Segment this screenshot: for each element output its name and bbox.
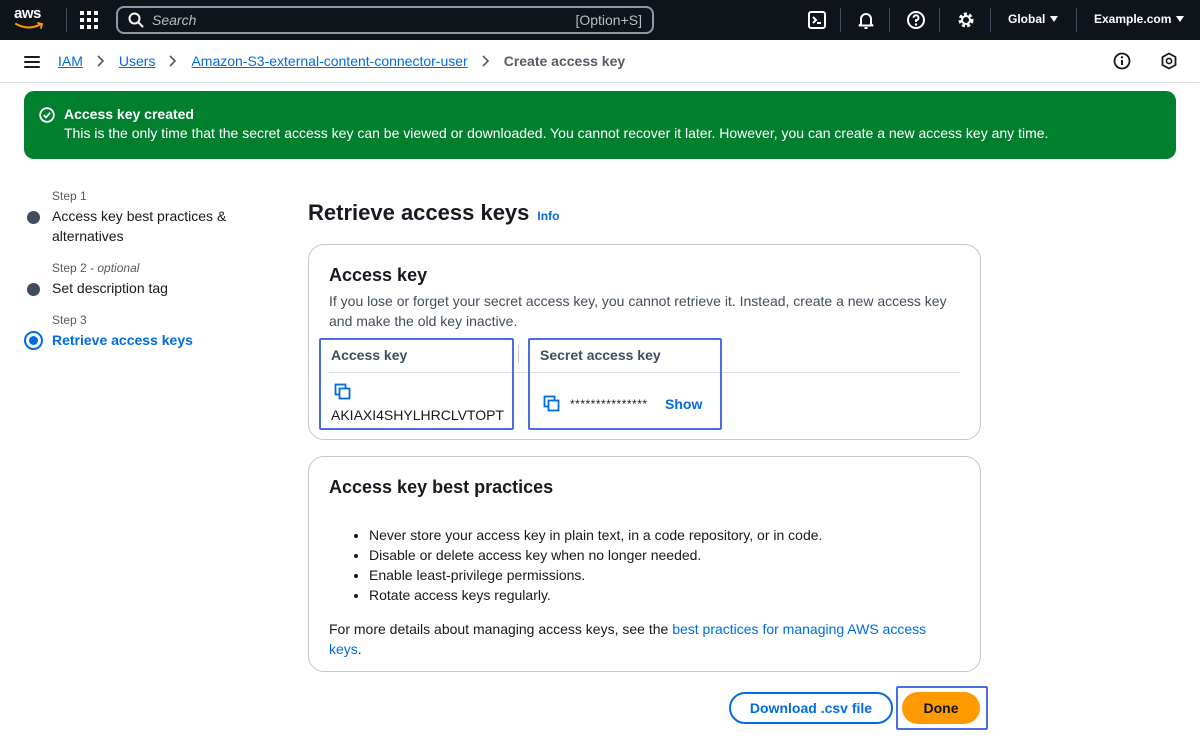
info-link[interactable]: Info [537,209,559,223]
more-details-text: For more details about managing access k… [329,621,927,657]
access-key-title: Access key [329,265,428,285]
step-active-dot-icon [24,331,43,350]
chevron-right-icon [482,55,489,67]
best-practices-title: Access key best practices [329,477,554,497]
nav-divider [840,8,841,32]
caret-down-icon [1050,16,1059,22]
settings-gear-icon[interactable] [956,10,976,30]
step-label: Step 2 - optional [52,261,140,275]
nav-divider [66,8,67,32]
access-key-container: Access key If you lose or forget your se… [308,244,981,440]
step-2[interactable]: Step 2 - optional Set description tag [24,260,274,298]
column-divider [518,345,519,363]
success-check-icon [39,107,55,123]
cloudshell-icon[interactable] [807,10,827,30]
step-label: Step 1 [52,189,87,203]
done-button-highlight [896,686,988,730]
step-dot-icon [27,211,40,224]
account-label: Example.com [1094,12,1172,26]
nav-divider [889,8,890,32]
services-grid-icon[interactable] [80,11,98,29]
secret-key-highlight [528,338,722,430]
aws-logo-text: aws [14,5,41,22]
step-name: Access key best practices & alternatives [52,208,227,244]
list-item: Enable least-privilege permissions. [369,565,960,585]
best-practices-container: Access key best practices Never store yo… [308,456,981,672]
step-label: Step 3 [52,313,87,327]
account-menu[interactable]: Example.com [1094,12,1185,26]
flash-title: Access key created [64,106,194,122]
breadcrumb-user-name[interactable]: Amazon-S3-external-content-connector-use… [191,53,467,69]
access-key-description: If you lose or forget your secret access… [329,293,947,329]
search-icon [128,12,144,28]
breadcrumb-users[interactable]: Users [119,53,156,69]
step-name: Retrieve access keys [52,332,193,348]
wizard-steps: Step 1 Access key best practices & alter… [24,188,274,364]
download-csv-button[interactable]: Download .csv file [729,692,893,724]
list-item: Disable or delete access key when no lon… [369,545,960,565]
breadcrumb: IAM Users Amazon-S3-external-content-con… [58,53,625,69]
access-key-highlight [319,338,514,430]
step-3-current[interactable]: Step 3 Retrieve access keys [24,312,274,350]
notifications-bell-icon[interactable] [856,10,876,30]
nav-divider [1076,8,1077,32]
chevron-right-icon [97,55,105,67]
breadcrumb-bar: IAM Users Amazon-S3-external-content-con… [0,40,1200,83]
nav-divider [990,8,991,32]
info-panel-icon[interactable] [1113,52,1131,70]
top-navigation: aws Search [Option+S] Global Example.com [0,0,1200,40]
menu-hamburger-icon[interactable] [24,56,40,68]
step-optional: - optional [86,261,140,275]
breadcrumb-current: Create access key [503,53,626,69]
search-shortcut: [Option+S] [575,12,642,28]
security-hexagon-icon[interactable] [1160,52,1178,70]
list-item: Never store your access key in plain tex… [369,525,960,545]
breadcrumb-iam[interactable]: IAM [58,53,83,69]
aws-smile-icon [15,22,44,29]
step-1[interactable]: Step 1 Access key best practices & alter… [24,188,274,246]
help-icon[interactable] [906,10,926,30]
caret-down-icon [1176,16,1185,22]
success-flash-banner: Access key created This is the only time… [24,91,1176,159]
region-selector[interactable]: Global [1008,12,1059,26]
page-title: Retrieve access keys [308,200,530,225]
search-input[interactable]: Search [152,12,575,28]
list-item: Rotate access keys regularly. [369,585,960,605]
best-practices-list: Never store your access key in plain tex… [369,525,960,605]
nav-divider [939,8,940,32]
region-label: Global [1008,12,1046,26]
search-bar[interactable]: Search [Option+S] [116,6,654,34]
page-heading: Retrieve access keys Info [308,200,559,226]
chevron-right-icon [169,55,177,67]
step-dot-icon [27,283,40,296]
aws-logo[interactable]: aws [14,6,50,34]
step-name: Set description tag [52,280,168,296]
flash-message: This is the only time that the secret ac… [64,125,1049,141]
